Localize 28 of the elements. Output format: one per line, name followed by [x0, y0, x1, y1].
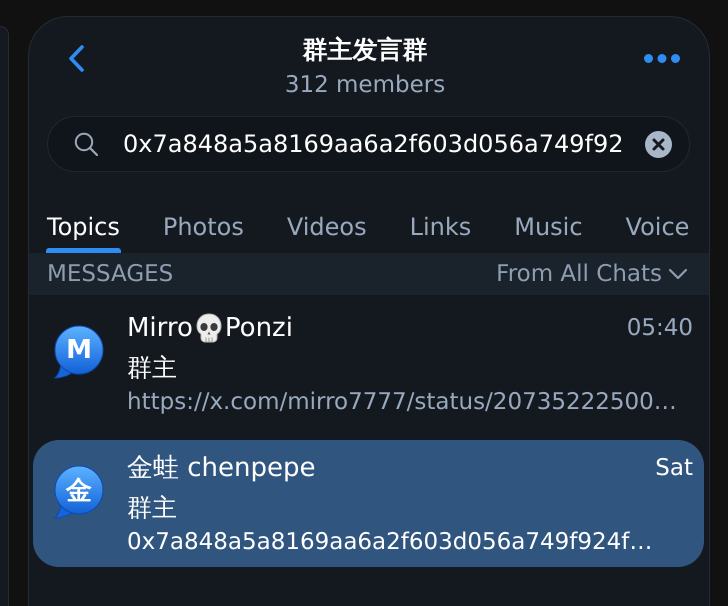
back-icon[interactable] — [66, 44, 86, 72]
search-field[interactable]: 0x7a848a5a8169aa6a2f603d056a749f92 — [47, 116, 690, 172]
message-time: 05:40 — [626, 314, 693, 343]
sender-title: 群主 — [127, 493, 178, 523]
sender-name: Ponzi — [224, 312, 293, 344]
message-preview: https://x.com/mirro7777/status/20735222500… — [127, 388, 678, 417]
sender-title: 群主 — [127, 353, 178, 383]
more-icon[interactable] — [644, 54, 680, 63]
clear-icon[interactable] — [645, 131, 672, 158]
tab[interactable]: Videos — [286, 172, 367, 253]
tab[interactable]: Voice — [626, 172, 690, 253]
message-time: Sat — [655, 454, 693, 483]
search-result-row[interactable]: 金 金蛙 chenpepe Sat 群主 0x7a848a5a8169aa6a2f603d056a749f924f… — [33, 440, 704, 567]
section-title: MESSAGES — [47, 261, 174, 287]
tab[interactable]: Photos — [162, 172, 244, 253]
tab[interactable]: Music — [514, 172, 583, 253]
search-result-row[interactable]: M Mirro Ponzi 05:40 群主 https://x.com/mirro7777/status/20735222500… — [33, 300, 704, 427]
chat-title: 群主发言群 — [302, 34, 428, 66]
sender-name: Mirro — [127, 312, 193, 344]
chat-filter-button[interactable]: From All Chats — [496, 261, 688, 287]
chevron-down-icon — [668, 268, 688, 280]
member-count: 312 members — [284, 71, 446, 100]
skull-icon — [196, 313, 222, 343]
tab[interactable]: Links — [410, 172, 472, 253]
tab[interactable]: Topics — [47, 172, 120, 253]
message-preview: 0x7a848a5a8169aa6a2f603d056a749f924f… — [127, 528, 654, 557]
sender-name: 金蛙 chenpepe — [127, 452, 316, 484]
search-icon — [74, 132, 98, 156]
